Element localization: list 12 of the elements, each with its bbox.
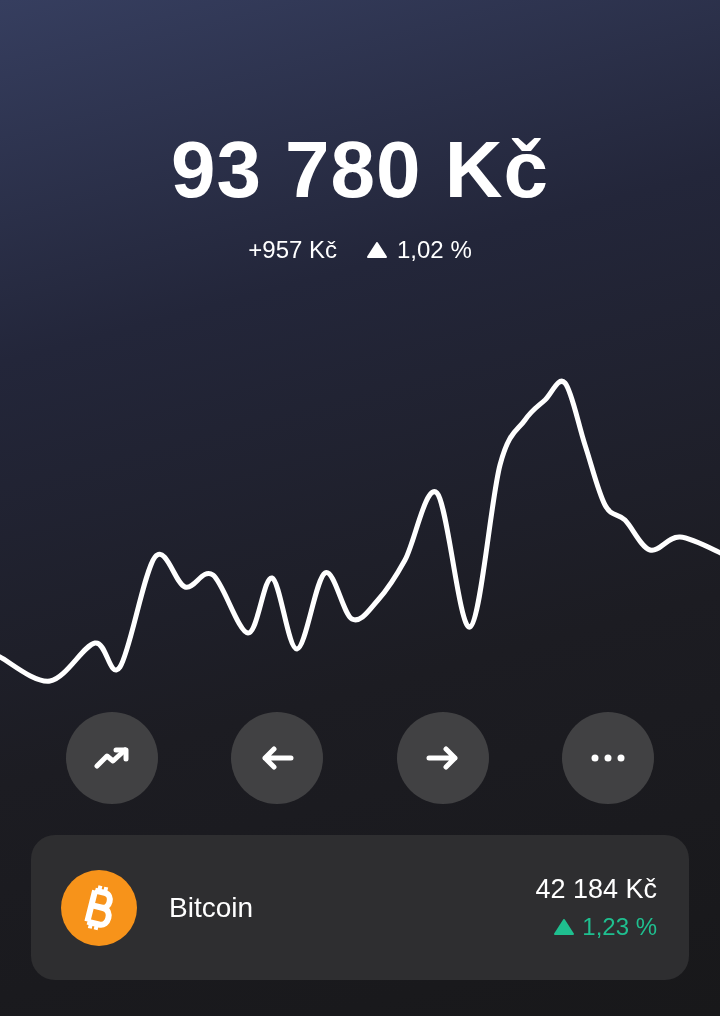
asset-name: Bitcoin xyxy=(169,891,255,924)
asset-change: 1,23 % xyxy=(582,913,657,941)
asset-value: 42 184 Kč xyxy=(535,874,657,905)
bitcoin-logo-icon xyxy=(61,869,137,946)
trending-up-icon xyxy=(94,746,130,770)
change-amount: +957 Kč xyxy=(248,236,337,264)
arrow-right-icon xyxy=(425,745,460,771)
change-percent: 1,02 % xyxy=(397,236,472,264)
balance-amount: 93 780 Kč xyxy=(170,124,550,216)
arrow-left-icon xyxy=(260,745,295,771)
asset-card[interactable]: Bitcoin 42 184 Kč 1,23 % xyxy=(31,835,689,980)
more-icon xyxy=(591,754,625,762)
